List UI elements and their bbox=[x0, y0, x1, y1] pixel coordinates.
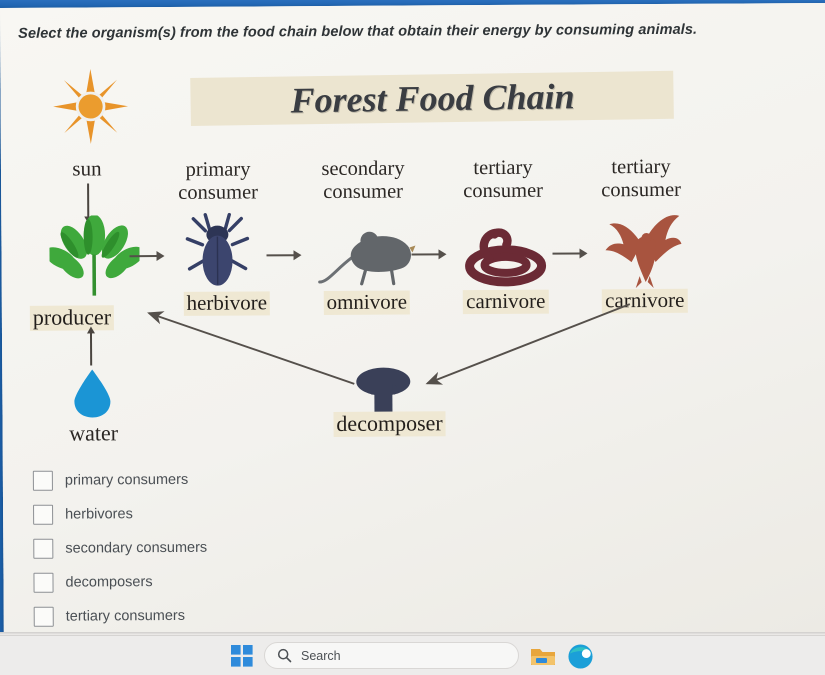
header-line-1: secondary bbox=[321, 157, 405, 181]
header-secondary-consumer: secondary consumer bbox=[293, 157, 433, 204]
label-omnivore-text: omnivore bbox=[323, 290, 411, 315]
header-tertiary-consumer-2: tertiary consumer bbox=[571, 156, 711, 203]
page-background: Select the organism(s) from the food cha… bbox=[0, 2, 825, 648]
leaf-icon bbox=[45, 214, 144, 303]
checkbox-secondary-consumers[interactable] bbox=[33, 538, 54, 559]
arrow-leaf-to-beetle bbox=[129, 255, 158, 258]
label-carnivore-snake-text: carnivore bbox=[463, 289, 549, 314]
header-tertiary-consumer-1: tertiary consumer bbox=[433, 157, 573, 204]
checkbox-herbivores[interactable] bbox=[33, 504, 54, 525]
header-line-2: consumer bbox=[601, 178, 682, 202]
header-line-1: tertiary bbox=[611, 155, 671, 179]
arrow-snake-to-eagle bbox=[552, 252, 581, 255]
label-carnivore-eagle-text: carnivore bbox=[602, 288, 688, 313]
food-chain-diagram: Forest Food Chain sun primary consumer s… bbox=[0, 51, 825, 456]
option-row[interactable]: primary consumers bbox=[32, 461, 433, 497]
water-to-producer-arrow bbox=[89, 332, 93, 366]
eagle-icon bbox=[601, 210, 684, 295]
arrow-beetle-to-mouse bbox=[266, 254, 295, 257]
arrow-mouse-to-snake bbox=[411, 253, 440, 256]
option-label: herbivores bbox=[65, 506, 133, 523]
search-icon bbox=[277, 648, 292, 663]
windows-taskbar: Search bbox=[0, 635, 825, 675]
file-explorer-icon[interactable] bbox=[529, 643, 557, 669]
start-icon[interactable] bbox=[230, 644, 254, 668]
option-row[interactable]: herbivores bbox=[33, 495, 433, 531]
option-label: tertiary consumers bbox=[65, 607, 186, 625]
question-prompt: Select the organism(s) from the food cha… bbox=[18, 21, 698, 42]
screen: Select the organism(s) from the food cha… bbox=[0, 0, 825, 675]
snake-icon bbox=[459, 225, 551, 293]
option-label: decomposers bbox=[65, 574, 153, 591]
option-row[interactable]: tertiary consumers bbox=[33, 597, 434, 633]
sun-to-producer-arrow bbox=[87, 183, 90, 218]
edge-browser-icon[interactable] bbox=[567, 643, 595, 669]
search-placeholder: Search bbox=[301, 648, 341, 663]
decomposer-label-text: decomposer bbox=[333, 410, 446, 437]
mouse-icon bbox=[317, 225, 417, 293]
sun-label: sun bbox=[72, 156, 102, 181]
label-herbivore-text: herbivore bbox=[183, 290, 271, 316]
header-primary-consumer: primary consumer bbox=[148, 158, 288, 205]
label-producer-text: producer bbox=[29, 304, 115, 331]
answer-options-list: primary consumers herbivores secondary c… bbox=[32, 461, 434, 633]
checkbox-tertiary-consumers[interactable] bbox=[33, 606, 54, 627]
label-omnivore: omnivore bbox=[292, 290, 442, 315]
search-input[interactable]: Search bbox=[264, 642, 519, 669]
label-producer: producer bbox=[29, 304, 180, 331]
header-line-2: consumer bbox=[323, 180, 404, 203]
worksheet-page: Select the organism(s) from the food cha… bbox=[0, 2, 825, 648]
label-carnivore-eagle: carnivore bbox=[570, 288, 720, 314]
option-label: primary consumers bbox=[64, 471, 189, 489]
beetle-icon bbox=[183, 212, 252, 297]
diagram-title: Forest Food Chain bbox=[290, 76, 575, 121]
option-row[interactable]: secondary consumers bbox=[33, 529, 433, 565]
water-label: water bbox=[69, 420, 119, 446]
option-row[interactable]: decomposers bbox=[33, 563, 433, 599]
checkbox-primary-consumers[interactable] bbox=[32, 470, 53, 491]
header-line-2: consumer bbox=[463, 179, 544, 203]
water-drop-icon bbox=[72, 367, 112, 424]
header-line-2: consumer bbox=[178, 181, 259, 204]
label-carnivore-snake: carnivore bbox=[431, 289, 581, 314]
decomposer-label: decomposer bbox=[314, 410, 464, 437]
header-line-1: primary bbox=[185, 158, 251, 181]
sun-icon bbox=[44, 67, 136, 146]
header-line-1: tertiary bbox=[473, 156, 533, 180]
option-label: secondary consumers bbox=[65, 539, 208, 557]
checkbox-decomposers[interactable] bbox=[33, 572, 54, 593]
